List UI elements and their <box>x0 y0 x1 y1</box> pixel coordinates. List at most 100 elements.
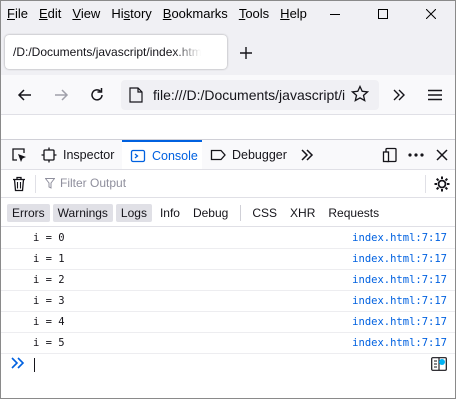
message-text: i = 1 <box>33 253 65 265</box>
tab-debugger[interactable]: Debugger <box>210 140 287 169</box>
close-window-button[interactable] <box>407 1 455 27</box>
menu-help[interactable]: Help <box>274 3 312 25</box>
console-message: i = 5 index.html:7:17 <box>1 333 455 354</box>
console-icon <box>130 149 146 162</box>
gear-icon <box>434 176 450 192</box>
notification-dot <box>439 359 445 365</box>
window-controls <box>311 1 455 27</box>
console-settings-button[interactable] <box>432 174 452 194</box>
minimize-icon <box>330 14 340 15</box>
tab-title: /D:/Documents/javascript/index.html <box>13 45 201 59</box>
console-message: i = 3 index.html:7:17 <box>1 291 455 312</box>
element-picker-button[interactable] <box>9 145 29 165</box>
console-message: i = 1 index.html:7:17 <box>1 249 455 270</box>
divider <box>425 175 426 193</box>
maximize-button[interactable] <box>359 1 407 27</box>
message-text: i = 4 <box>33 316 65 328</box>
log-level-filters: Errors Warnings Logs Info Debug CSS XHR … <box>1 199 455 227</box>
clear-console-button[interactable] <box>9 174 29 194</box>
source-link[interactable]: index.html:7:17 <box>352 316 447 328</box>
source-link[interactable]: index.html:7:17 <box>352 274 447 286</box>
filter-css-button[interactable]: CSS <box>247 204 282 222</box>
console-message: i = 2 index.html:7:17 <box>1 270 455 291</box>
filter-requests-button[interactable]: Requests <box>323 204 384 222</box>
console-message: i = 4 index.html:7:17 <box>1 312 455 333</box>
dock-side-button[interactable] <box>380 145 400 165</box>
dock-icon <box>382 147 397 163</box>
tab-inspector[interactable]: Inspector <box>41 140 114 169</box>
overflow-menu-button[interactable] <box>387 83 411 107</box>
console-message: i = 0 index.html:7:17 <box>1 228 455 249</box>
hamburger-icon <box>428 89 442 101</box>
devtools-toolbar: Inspector Console Debugger <box>1 140 455 170</box>
back-arrow-icon <box>17 89 31 101</box>
inspector-icon <box>41 147 57 162</box>
message-text: i = 3 <box>33 295 65 307</box>
minimize-button[interactable] <box>311 1 359 27</box>
forward-arrow-icon <box>55 89 69 101</box>
tab-console[interactable]: Console <box>122 140 202 169</box>
url-bar[interactable]: file:///D:/Documents/javascript/index.ht… <box>121 80 379 110</box>
bookmark-star-icon[interactable] <box>351 85 369 103</box>
url-text: file:///D:/Documents/javascript/index.ht… <box>153 87 345 103</box>
divider <box>240 204 242 221</box>
maximize-icon <box>378 9 388 19</box>
filter-icon <box>45 177 55 189</box>
filter-xhr-button[interactable]: XHR <box>285 204 320 222</box>
filter-warnings-button[interactable]: Warnings <box>52 203 113 222</box>
message-text: i = 2 <box>33 274 65 286</box>
tab-inspector-label: Inspector <box>63 147 115 162</box>
more-tools-button[interactable] <box>297 145 317 165</box>
console-filter-bar: Filter Output <box>1 170 455 198</box>
menu-history[interactable]: History <box>105 3 156 25</box>
trash-icon <box>13 176 25 192</box>
filter-placeholder: Filter Output <box>60 176 127 190</box>
source-link[interactable]: index.html:7:17 <box>352 232 447 244</box>
source-link[interactable]: index.html:7:17 <box>352 253 447 265</box>
app-menu-button[interactable] <box>423 83 447 107</box>
filter-info-button[interactable]: Info <box>155 204 185 222</box>
devtools-menu-button[interactable] <box>406 145 426 165</box>
console-output: i = 0 index.html:7:17 i = 1 index.html:7… <box>1 228 455 354</box>
debugger-icon <box>210 149 226 160</box>
element-picker-icon <box>12 148 26 162</box>
page-icon <box>129 87 143 103</box>
double-chevron-icon <box>393 89 405 101</box>
forward-button[interactable] <box>49 83 73 107</box>
new-tab-button[interactable] <box>235 42 257 64</box>
menu-bar: File Edit View History Bookmarks Tools H… <box>1 1 455 27</box>
menu-file[interactable]: File <box>1 3 33 25</box>
console-input[interactable] <box>1 353 455 377</box>
devtools-panel: Inspector Console Debugger Filter Output… <box>1 139 455 398</box>
message-text: i = 0 <box>33 232 65 244</box>
editor-mode-button[interactable] <box>431 357 449 373</box>
double-chevron-icon <box>301 149 314 161</box>
tab-console-label: Console <box>152 148 198 163</box>
back-button[interactable] <box>13 83 37 107</box>
text-cursor <box>34 358 35 372</box>
menu-edit[interactable]: Edit <box>33 3 66 25</box>
prompt-chevron-icon <box>11 357 25 369</box>
tab-strip: /D:/Documents/javascript/index.html <box>1 27 455 75</box>
source-link[interactable]: index.html:7:17 <box>352 295 447 307</box>
filter-debug-button[interactable]: Debug <box>188 204 233 222</box>
ellipsis-icon <box>408 153 424 157</box>
browser-window: File Edit View History Bookmarks Tools H… <box>0 0 456 399</box>
navigation-toolbar: file:///D:/Documents/javascript/index.ht… <box>1 75 455 115</box>
browser-tab[interactable]: /D:/Documents/javascript/index.html <box>5 35 227 69</box>
menu-bookmarks[interactable]: Bookmarks <box>157 3 233 25</box>
close-icon <box>426 9 436 19</box>
filter-output-input[interactable]: Filter Output <box>45 176 126 190</box>
reload-icon <box>91 88 103 101</box>
reload-button[interactable] <box>85 83 109 107</box>
filter-errors-button[interactable]: Errors <box>7 203 50 222</box>
close-icon <box>436 149 448 161</box>
source-link[interactable]: index.html:7:17 <box>352 337 447 349</box>
filter-logs-button[interactable]: Logs <box>115 203 152 222</box>
plus-icon <box>240 47 252 59</box>
close-devtools-button[interactable] <box>432 145 452 165</box>
message-text: i = 5 <box>33 337 65 349</box>
menu-view[interactable]: View <box>66 3 105 25</box>
divider <box>35 175 36 193</box>
menu-tools[interactable]: Tools <box>233 3 274 25</box>
